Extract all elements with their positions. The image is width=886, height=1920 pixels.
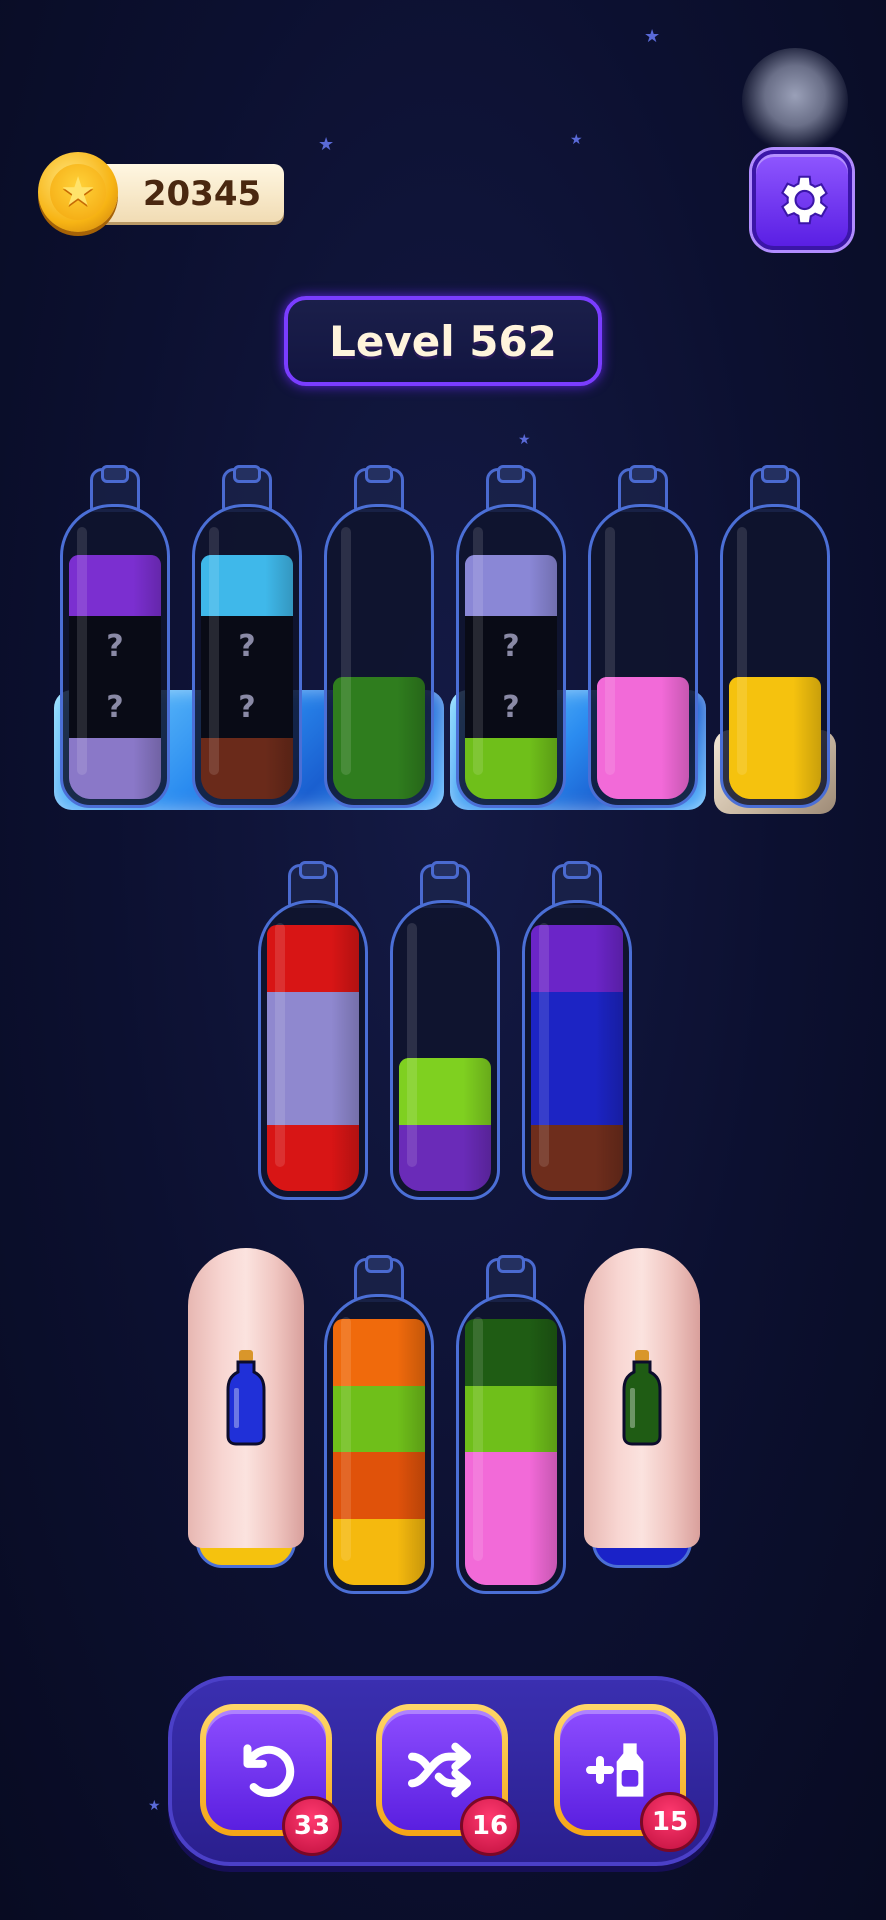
question-mark-icon: ? [106, 629, 124, 664]
hidden-layer: ? [201, 677, 293, 738]
bottle-hint-icon [226, 1348, 266, 1446]
liquid-layer [333, 677, 425, 738]
settings-button[interactable] [752, 150, 852, 250]
liquid-layer [267, 991, 359, 1058]
level-indicator: Level 562 [284, 296, 602, 386]
liquid-layer [465, 555, 557, 616]
liquid-layer [531, 991, 623, 1058]
liquid-layer [465, 1319, 557, 1386]
liquid-layer [729, 738, 821, 799]
star-icon: ★ [644, 26, 661, 47]
bottle[interactable] [522, 861, 632, 1200]
bottle[interactable] [456, 1255, 566, 1594]
liquid-layer [333, 1518, 425, 1585]
liquid-layer [465, 738, 557, 799]
bottle-hint-icon [622, 1348, 662, 1446]
level-label: Level 562 [329, 316, 557, 366]
liquid-stack [729, 677, 821, 799]
question-mark-icon: ? [502, 629, 520, 664]
menu-orb[interactable] [742, 48, 848, 154]
liquid-layer [531, 1124, 623, 1191]
liquid-layer [267, 925, 359, 992]
gear-icon [781, 175, 829, 225]
star-icon: ★ [570, 132, 583, 148]
liquid-layer [333, 1452, 425, 1519]
hidden-layer: ? [201, 616, 293, 677]
bottle[interactable] [390, 861, 500, 1200]
bottle-body: ?? [192, 504, 302, 808]
bottle[interactable] [324, 465, 434, 808]
liquid-layer [201, 738, 293, 799]
bottle[interactable] [324, 1255, 434, 1594]
liquid-stack [531, 925, 623, 1191]
bottle[interactable]: ?? [456, 465, 566, 808]
covered-bottle[interactable] [188, 1248, 304, 1568]
star-icon: ★ [318, 134, 335, 155]
bottle-body: ?? [456, 504, 566, 808]
question-mark-icon: ? [238, 690, 256, 725]
coin-value: 20345 [142, 174, 262, 214]
liquid-stack: ?? [465, 555, 557, 799]
undo-icon [243, 1744, 295, 1797]
liquid-layer [333, 738, 425, 799]
liquid-layer [399, 1058, 491, 1125]
star-coin-icon: ★ [38, 152, 118, 232]
bottle-body [588, 504, 698, 808]
liquid-layer [465, 1518, 557, 1585]
shuffle-count-badge: 16 [460, 1796, 520, 1856]
liquid-layer [201, 555, 293, 616]
liquid-layer [597, 677, 689, 738]
liquid-layer [267, 1058, 359, 1125]
bottle-body [522, 900, 632, 1200]
question-mark-icon: ? [238, 629, 256, 664]
bottle-body [456, 1294, 566, 1594]
liquid-layer [465, 1385, 557, 1452]
bottle-body [258, 900, 368, 1200]
bottle[interactable]: ?? [60, 465, 170, 808]
liquid-layer [729, 677, 821, 738]
bottle[interactable]: ?? [192, 465, 302, 808]
bottle-body [324, 504, 434, 808]
hidden-layer: ? [69, 616, 161, 677]
hidden-layer: ? [69, 677, 161, 738]
liquid-layer [69, 738, 161, 799]
liquid-layer [333, 1319, 425, 1386]
question-mark-icon: ? [502, 690, 520, 725]
liquid-stack [267, 925, 359, 1191]
covered-bottle[interactable] [584, 1248, 700, 1568]
star-icon: ★ [148, 1798, 161, 1814]
bottle[interactable] [588, 465, 698, 808]
star-icon: ★ [518, 432, 531, 448]
bottle-body [720, 504, 830, 808]
add-bottle-icon [586, 1743, 644, 1797]
liquid-layer [399, 1124, 491, 1191]
liquid-stack [333, 1319, 425, 1585]
question-mark-icon: ? [106, 690, 124, 725]
bottle-body: ?? [60, 504, 170, 808]
liquid-layer [531, 1058, 623, 1125]
liquid-stack [399, 1058, 491, 1191]
liquid-stack [597, 677, 689, 799]
liquid-stack [465, 1319, 557, 1585]
shuffle-icon [408, 1742, 471, 1798]
bottle[interactable] [720, 465, 830, 808]
bottle-body [390, 900, 500, 1200]
bottle-body [324, 1294, 434, 1594]
liquid-layer [597, 738, 689, 799]
liquid-layer [267, 1124, 359, 1191]
hidden-layer: ? [465, 677, 557, 738]
liquid-stack [333, 677, 425, 799]
liquid-layer [69, 555, 161, 616]
liquid-layer [531, 925, 623, 992]
undo-count-badge: 33 [282, 1796, 342, 1856]
hidden-layer: ? [465, 616, 557, 677]
liquid-layer [333, 1385, 425, 1452]
liquid-stack: ?? [69, 555, 161, 799]
liquid-layer [465, 1452, 557, 1519]
liquid-stack: ?? [201, 555, 293, 799]
bottle[interactable] [258, 861, 368, 1200]
add-bottle-count-badge: 15 [640, 1792, 700, 1852]
